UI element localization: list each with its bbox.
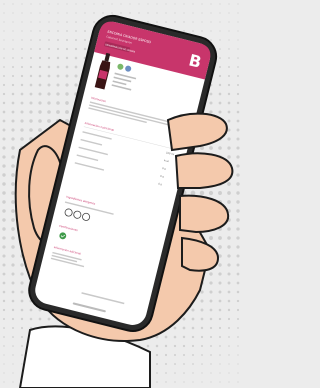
finger-middle — [174, 152, 234, 189]
finger-pinky — [181, 236, 220, 272]
finger-ring — [179, 194, 230, 234]
finger-index — [166, 112, 228, 152]
hand-holding-phone-illustration: ENCOMIA CRIADOR ESPOSO Cabernet Sauvigno… — [14, 14, 234, 388]
